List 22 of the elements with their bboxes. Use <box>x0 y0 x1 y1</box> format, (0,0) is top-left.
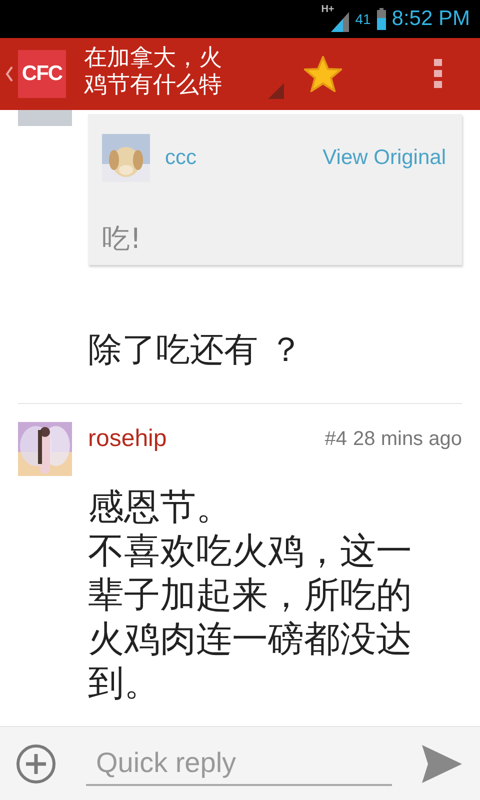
battery-level: 41 <box>355 11 371 27</box>
dropdown-indicator-icon <box>268 83 284 99</box>
network-type: H+ <box>321 4 334 15</box>
post-text: 除了吃还有 ？ <box>88 329 304 372</box>
star-icon[interactable] <box>304 56 342 92</box>
back-icon[interactable] <box>4 66 14 82</box>
add-icon[interactable] <box>16 744 56 784</box>
battery-icon <box>376 8 386 30</box>
thread-title[interactable]: 在加拿大，火鸡节有什么特 <box>84 45 244 99</box>
quote-text: 吃! <box>102 221 142 257</box>
view-original-link[interactable]: View Original <box>322 146 446 170</box>
quote-author[interactable]: ccc <box>165 146 196 170</box>
post-time: 28 mins ago <box>353 428 462 450</box>
signal-icon <box>331 12 350 32</box>
app-logo[interactable]: CFC <box>18 50 66 98</box>
post-number: #4 <box>324 428 348 450</box>
author-name[interactable]: rosehip <box>88 425 167 453</box>
send-icon[interactable] <box>422 744 462 782</box>
post-text: 感恩节。 <box>88 486 233 530</box>
post-text: 不喜欢吃火鸡，这一辈子加起来，所吃的火鸡肉连一磅都没达到。 <box>88 530 413 706</box>
clock: 8:52 PM <box>392 7 470 31</box>
overflow-menu-icon[interactable] <box>434 59 442 89</box>
